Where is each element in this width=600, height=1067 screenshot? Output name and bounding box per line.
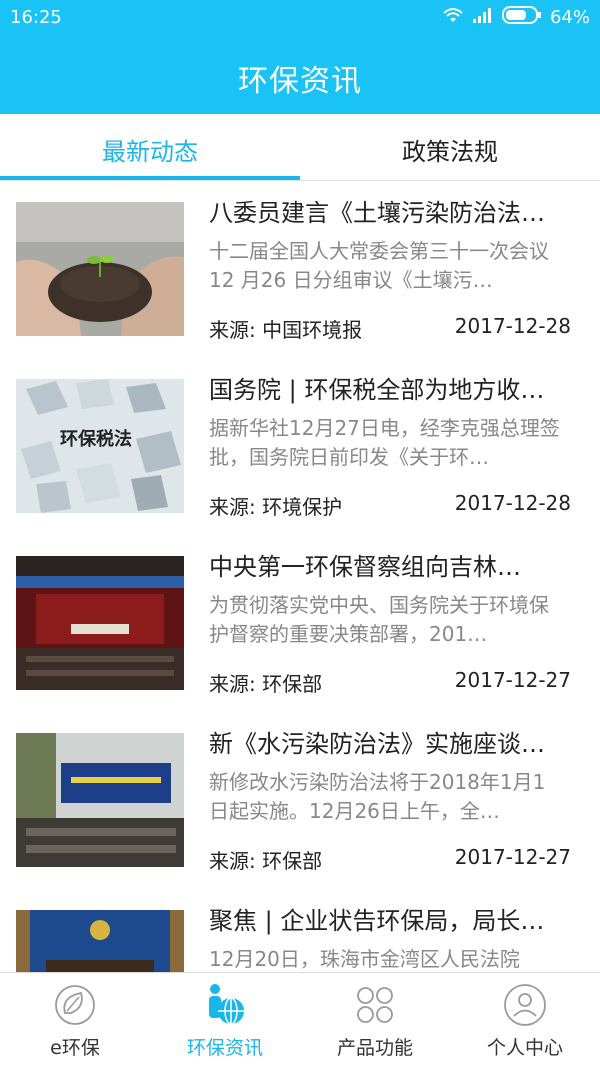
bottom-nav: e环保 环保资讯 产品功能 个人中心 (0, 972, 600, 1067)
news-title: 国务院 | 环保税全部为地方收… (209, 376, 545, 404)
nav-item-e-huanbao[interactable]: e环保 (0, 973, 150, 1067)
nav-item-personal-center[interactable]: 个人中心 (450, 973, 600, 1067)
news-date: 2017-12-28 (454, 314, 571, 338)
tab-policies-regulations[interactable]: 政策法规 (300, 114, 600, 180)
nav-label: 个人中心 (486, 1037, 563, 1059)
nav-label: e环保 (50, 1037, 100, 1059)
user-circle-icon (501, 981, 549, 1033)
four-petal-icon (351, 981, 399, 1033)
battery-icon (501, 6, 542, 29)
app-header: 环保资讯 (0, 36, 600, 114)
news-title: 聚焦 | 企业状告环保局，局长… (209, 907, 545, 935)
soil-sprout-image (16, 202, 184, 336)
news-title: 新《水污染防治法》实施座谈… (209, 730, 545, 758)
news-title: 八委员建言《土壤污染防治法… (209, 199, 545, 227)
person-globe-icon (201, 981, 249, 1033)
news-list: 八委员建言《土壤污染防治法… 十二届全国人大常委会第三十一次会议12 月26 日… (0, 181, 600, 972)
news-summary: 十二届全国人大常委会第三十一次会议12 月26 日分组审议《土壤污… (209, 239, 549, 292)
conference-room-image (16, 733, 184, 867)
news-item[interactable]: 新《水污染防治法》实施座谈… 新修改水污染防治法将于2018年1月1日起实施。1… (0, 712, 600, 889)
status-time: 16:25 (10, 7, 62, 28)
news-summary: 12月20日，珠海市金湾区人民法院 (209, 947, 520, 971)
courtroom-image (16, 910, 184, 972)
nav-label: 环保资讯 (186, 1037, 263, 1059)
news-date: 2017-12-27 (454, 668, 571, 692)
status-bar: 16:25 64% (0, 0, 600, 36)
news-source: 来源: 环保部 (209, 849, 323, 873)
news-item[interactable]: 中央第一环保督察组向吉林… 为贯彻落实党中央、国务院关于环境保护督察的重要决策部… (0, 535, 600, 712)
news-source: 来源: 中国环境报 (209, 318, 363, 342)
tab-latest-news[interactable]: 最新动态 (0, 114, 300, 180)
news-summary: 据新华社12月27日电，经李克强总理签批，国务院日前印发《关于环… (209, 416, 560, 469)
news-summary: 新修改水污染防治法将于2018年1月1日起实施。12月26日上午，全… (209, 770, 546, 823)
signal-icon (472, 7, 494, 28)
wifi-icon (442, 6, 464, 29)
thumb-caption: 环保税法 (60, 429, 132, 450)
news-item[interactable]: 聚焦 | 企业状告环保局，局长… 12月20日，珠海市金湾区人民法院 (0, 889, 600, 972)
news-date: 2017-12-27 (454, 845, 571, 869)
nav-item-product-features[interactable]: 产品功能 (300, 973, 450, 1067)
news-title: 中央第一环保督察组向吉林… (209, 553, 521, 581)
status-icons: 64% (442, 6, 590, 29)
page-title: 环保资讯 (238, 64, 362, 99)
leaf-globe-icon (51, 981, 99, 1033)
tab-bar: 最新动态 政策法规 (0, 114, 600, 180)
meeting-hall-image (16, 556, 184, 690)
news-item[interactable]: 环保税法 国务院 | 环保税全部为地方收… 据新华社12月27日电，经李克强总理… (0, 358, 600, 535)
nav-item-environmental-news[interactable]: 环保资讯 (150, 973, 300, 1067)
news-source: 来源: 环保部 (209, 672, 323, 696)
news-source: 来源: 环境保护 (209, 495, 343, 519)
cubes-image: 环保税法 (16, 379, 184, 513)
news-summary: 为贯彻落实党中央、国务院关于环境保护督察的重要决策部署，201… (209, 593, 549, 646)
battery-percent: 64% (549, 7, 590, 28)
nav-label: 产品功能 (336, 1037, 413, 1059)
news-date: 2017-12-28 (454, 491, 571, 515)
news-item[interactable]: 八委员建言《土壤污染防治法… 十二届全国人大常委会第三十一次会议12 月26 日… (0, 181, 600, 358)
